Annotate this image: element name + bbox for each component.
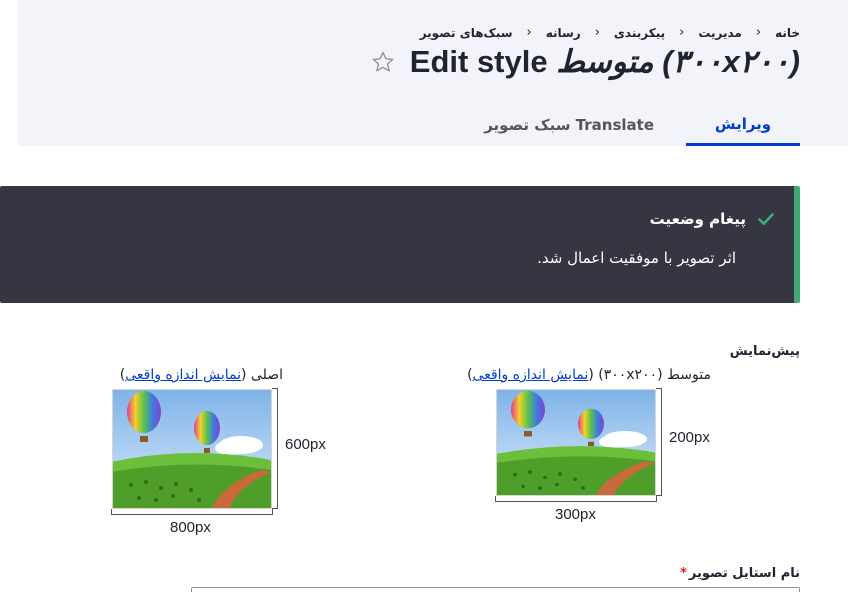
derivative-caption-text: متوسط (۳۰۰x۲۰۰) (	[588, 367, 711, 383]
breadcrumb-config[interactable]: پیکربندی	[614, 26, 665, 40]
chevron-left-icon: ‹	[755, 25, 762, 40]
page-header: خانه ‹ مدیریت ‹ پیکربندی ‹ رسانه ‹ سبک‌ه…	[18, 0, 848, 146]
derivative-height-bracket	[656, 388, 662, 496]
breadcrumb-image-styles[interactable]: سبک‌های تصویر	[420, 26, 513, 40]
title-row: Edit style متوسط (۳۰۰x۲۰۰)	[370, 44, 800, 80]
breadcrumb-admin[interactable]: مدیریت	[698, 26, 742, 40]
original-caption-text: اصلی (	[241, 367, 283, 383]
breadcrumb-media[interactable]: رسانه	[546, 26, 581, 40]
status-text: اثر تصویر با موفقیت اعمال شد.	[537, 249, 736, 267]
check-icon	[758, 212, 774, 226]
star-outline-icon[interactable]	[370, 49, 396, 75]
status-message: پیغام وضعیت اثر تصویر با موفقیت اعمال شد…	[0, 186, 800, 303]
chevron-left-icon: ‹	[526, 25, 532, 40]
original-height-label: 600px	[285, 436, 326, 453]
status-heading-text: پیغام وضعیت	[649, 210, 746, 228]
original-preview-image[interactable]	[112, 389, 272, 509]
derivative-width-label: 300px	[555, 506, 596, 523]
original-width-label: 800px	[170, 519, 211, 536]
chevron-left-icon: ‹	[679, 25, 685, 40]
original-width-bracket	[111, 509, 273, 515]
chevron-left-icon: ‹	[594, 25, 600, 40]
tab-edit[interactable]: ویرایش	[686, 104, 800, 146]
derivative-actual-size-link[interactable]: نمایش اندازه واقعی	[473, 367, 589, 383]
original-height-bracket	[272, 388, 278, 509]
style-name-input[interactable]	[191, 587, 800, 592]
page-title-style-name: متوسط (۳۰۰x۲۰۰)	[556, 44, 800, 79]
style-name-label: نام استایل تصویر*	[680, 566, 800, 581]
required-marker: *	[680, 566, 687, 581]
status-heading: پیغام وضعیت	[650, 210, 774, 228]
breadcrumb: خانه ‹ مدیریت ‹ پیکربندی ‹ رسانه ‹ سبک‌ه…	[420, 25, 800, 40]
original-caption: اصلی (نمایش اندازه واقعی)	[120, 367, 283, 383]
derivative-caption: متوسط (۳۰۰x۲۰۰) (نمایش اندازه واقعی)	[467, 367, 711, 383]
preview-label: پیش‌نمایش	[729, 344, 800, 359]
original-actual-size-link[interactable]: نمایش اندازه واقعی	[125, 367, 241, 383]
breadcrumb-home[interactable]: خانه	[775, 26, 800, 40]
tabs: ویرایش Translate سبک تصویر	[452, 104, 800, 146]
style-name-label-text: نام استایل تصویر	[688, 566, 800, 581]
derivative-width-bracket	[495, 496, 657, 502]
page-title-prefix: Edit style	[409, 44, 557, 79]
derivative-height-label: 200px	[669, 429, 710, 446]
derivative-preview-image[interactable]	[496, 389, 656, 496]
tab-translate[interactable]: Translate سبک تصویر	[452, 104, 686, 146]
page-title: Edit style متوسط (۳۰۰x۲۰۰)	[410, 44, 800, 80]
